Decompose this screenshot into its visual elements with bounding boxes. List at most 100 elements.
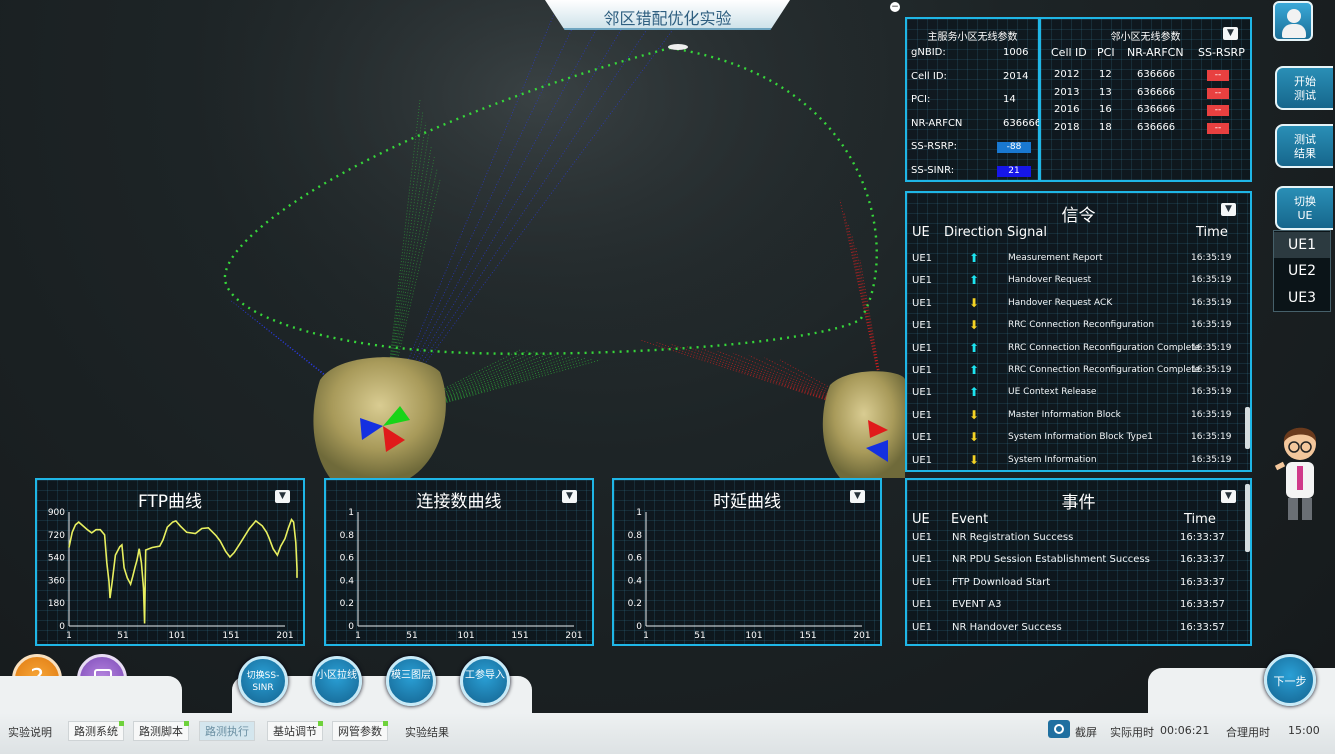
switch-ue-button[interactable]: 切换UE	[1275, 186, 1333, 230]
neighbor-pci: 12	[1099, 69, 1112, 80]
arrow-down-icon: ⬇	[969, 407, 980, 422]
row-ue: UE1	[912, 365, 932, 376]
row-event: EVENT A3	[952, 599, 1002, 611]
arrow-up-icon: ⬆	[969, 273, 980, 288]
mod3-layer-button[interactable]: 模三图层	[386, 656, 436, 706]
row-ue: UE1	[912, 621, 932, 633]
row-time: 16:33:37	[1180, 532, 1225, 543]
test-results-button[interactable]: 测试结果	[1275, 124, 1333, 168]
row-ue: UE1	[912, 576, 932, 588]
col-time: Time	[1184, 512, 1216, 527]
ue-option-3[interactable]: UE3	[1274, 285, 1330, 311]
row-ue: UE1	[912, 342, 932, 354]
ftp-chart: 01803605407209001 51 101 151 201	[48, 508, 298, 641]
dropdown-icon[interactable]: ▼	[1223, 27, 1238, 40]
row-event: NR PDU Session Establishment Success	[952, 554, 1150, 566]
reasonable-time-label: 合理用时	[1226, 726, 1270, 739]
dropdown-icon[interactable]: ▼	[1221, 490, 1236, 503]
ue-vehicle[interactable]	[668, 44, 688, 50]
table-row: UE1 ⬆ Handover Request 16:35:19	[907, 271, 1250, 293]
status-dot	[119, 721, 124, 726]
param-label: NR-ARFCN	[911, 117, 963, 129]
user-avatar-icon[interactable]	[1273, 1, 1313, 41]
neighbor-pci: 16	[1099, 104, 1112, 115]
tab-nms-params[interactable]: 网管参数	[332, 721, 388, 741]
param-label: gNBID:	[911, 47, 946, 58]
table-row: UE1 NR PDU Session Establishment Success 1…	[907, 550, 1250, 572]
tab-drive-execute[interactable]: 路测执行	[199, 721, 255, 741]
row-signal: RRC Connection Reconfiguration Complete	[1008, 365, 1201, 375]
neighbor-arfcn: 636666	[1137, 121, 1176, 133]
x-tick-label: 101	[168, 631, 185, 641]
switch-ue-label: 切换UE	[1294, 195, 1316, 222]
scrollbar[interactable]	[1245, 407, 1250, 449]
tab-label: 路测系统	[74, 725, 118, 738]
scrollbar[interactable]	[1245, 484, 1250, 552]
neighbor-rsrp-badge: --	[1207, 105, 1229, 116]
param-label: SS-SINR:	[911, 164, 955, 176]
col-arfcn: NR-ARFCN	[1127, 46, 1184, 59]
x-tick-label: 151	[222, 631, 239, 641]
serving-cell-panel: 主服务小区无线参数 gNBID: 1006 Cell ID: 2014 PCI: 14 NR…	[905, 17, 1041, 182]
row-ue: UE1	[912, 454, 932, 466]
row-ue: UE1	[912, 432, 932, 444]
neighbor-pci: 13	[1099, 86, 1112, 98]
row-time: 16:35:19	[1191, 454, 1232, 465]
tab-drive-system[interactable]: 路测系统	[68, 721, 124, 741]
row-ue: UE1	[912, 320, 932, 332]
y-tick-label: 1	[636, 508, 642, 518]
row-signal: Handover Request	[1008, 275, 1092, 286]
param-label: Cell ID:	[911, 70, 947, 82]
col-ue: UE	[912, 225, 930, 240]
start-test-label: 开始测试	[1294, 75, 1316, 102]
col-pci: PCI	[1097, 46, 1115, 59]
row-ue: UE1	[912, 387, 932, 399]
cell-line-button[interactable]: 小区拉线	[312, 656, 362, 706]
next-step-button[interactable]: 下一步	[1264, 654, 1316, 706]
y-tick-label: 0.4	[340, 576, 355, 586]
table-row: UE1 ⬇ RRC Connection Reconfiguration 16:35:…	[907, 316, 1250, 338]
tab-bs-adjust[interactable]: 基站调节	[267, 721, 323, 741]
base-station-right[interactable]	[822, 371, 905, 478]
screenshot-label[interactable]: 截屏	[1075, 724, 1097, 740]
col-signal: Signal	[1007, 225, 1047, 240]
neighbor-cellid: 2016	[1054, 104, 1080, 115]
neighbor-cellid: 2013	[1054, 86, 1080, 98]
row-signal: UE Context Release	[1008, 387, 1097, 398]
row-ue: UE1	[912, 297, 932, 309]
x-tick-label: 51	[694, 631, 705, 641]
table-row: UE1 NR Handover Success 16:33:57	[907, 618, 1250, 640]
status-dot	[383, 721, 388, 726]
param-value-badge: 21	[997, 165, 1031, 177]
neighbor-arfcn: 636666	[1137, 86, 1176, 98]
col-event: Event	[951, 512, 989, 527]
dropdown-icon[interactable]: ▼	[1221, 203, 1236, 216]
base-station-left[interactable]	[313, 357, 446, 478]
arrow-down-icon: ⬇	[969, 295, 980, 310]
tab-instructions[interactable]: 实验说明	[8, 724, 52, 740]
assistant-character[interactable]	[1268, 420, 1334, 524]
tab-drive-script[interactable]: 路测脚本	[133, 721, 189, 741]
switch-sinr-button[interactable]: 切换SS-SINR	[238, 656, 288, 706]
collapse-icon[interactable]: −	[890, 2, 900, 12]
neighbor-cellid: 2018	[1054, 121, 1080, 133]
param-value: 1006	[1003, 47, 1029, 58]
tab-results[interactable]: 实验结果	[405, 724, 449, 740]
row-event: NR Registration Success	[952, 532, 1074, 543]
param-value: 2014	[1003, 70, 1029, 82]
reasonable-time-value: 15:00	[1288, 724, 1320, 737]
y-tick-label: 720	[48, 531, 65, 541]
tab-label: 基站调节	[273, 725, 317, 738]
row-signal: RRC Connection Reconfiguration	[1008, 320, 1155, 331]
ue-option-1[interactable]: UE1	[1274, 232, 1330, 258]
row-ue: UE1	[912, 532, 932, 543]
x-tick-label: 151	[799, 631, 816, 641]
tab-label: 路测执行	[205, 725, 249, 738]
ue-option-2[interactable]: UE2	[1274, 258, 1330, 284]
camera-icon[interactable]	[1048, 720, 1070, 738]
row-ue: UE1	[912, 554, 932, 566]
table-row: UE1 ⬇ Master Information Block 16:35:19	[907, 406, 1250, 428]
row-signal: Measurement Report	[1008, 253, 1103, 263]
start-test-button[interactable]: 开始测试	[1275, 66, 1333, 110]
import-params-button[interactable]: 工参导入	[460, 656, 510, 706]
